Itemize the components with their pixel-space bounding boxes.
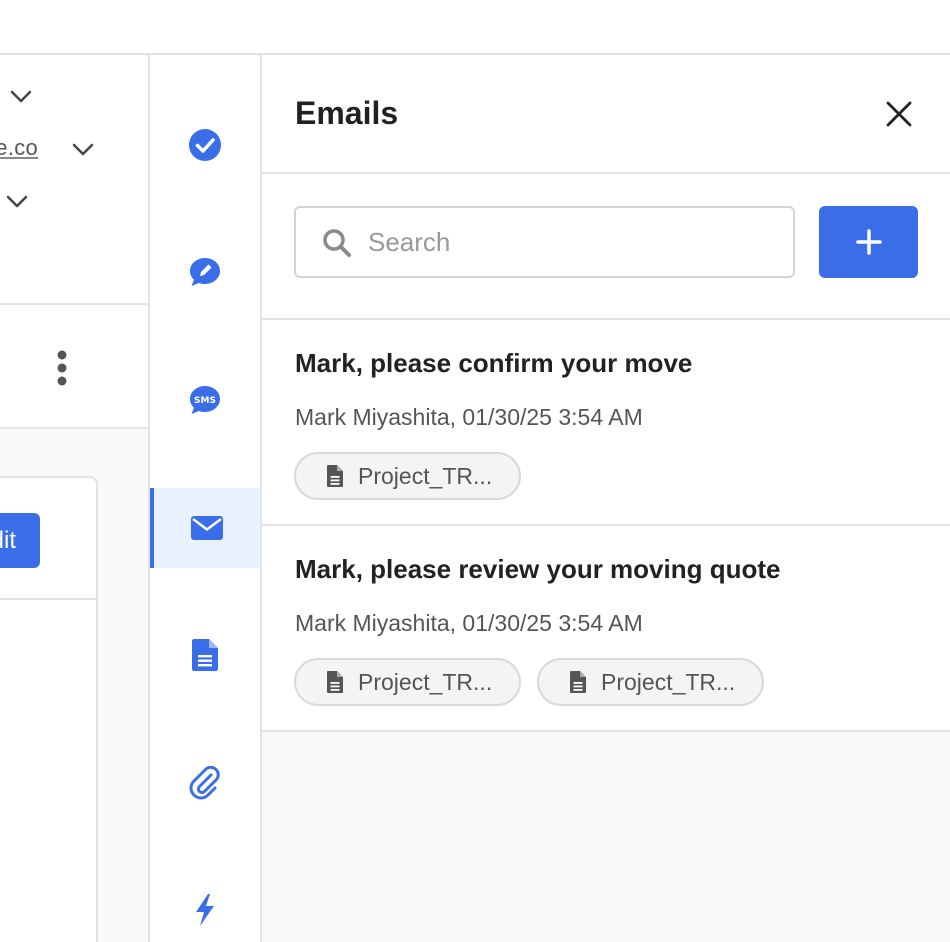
lightning-icon xyxy=(193,893,217,927)
left-card: dit xyxy=(0,476,98,942)
file-icon xyxy=(327,671,343,693)
sms-bubble-icon: SMS xyxy=(188,384,222,416)
check-circle-icon xyxy=(188,128,222,162)
search-input[interactable] xyxy=(368,208,778,276)
attachment-chip[interactable]: Project_TR... xyxy=(294,452,521,500)
edit-button[interactable]: dit xyxy=(0,513,40,568)
chevron-down-icon[interactable] xyxy=(10,90,32,104)
card-divider xyxy=(0,598,98,600)
search-icon xyxy=(322,228,352,263)
search-row xyxy=(262,174,950,320)
chevron-down-icon[interactable] xyxy=(72,143,94,157)
email-meta: Mark Miyashita, 01/30/25 3:54 AM xyxy=(295,404,643,430)
rail-item-automations[interactable] xyxy=(150,870,260,942)
document-icon xyxy=(191,638,219,672)
left-content-panel: ve.co dit xyxy=(0,55,148,942)
chevron-down-icon[interactable] xyxy=(6,195,28,209)
more-options-icon[interactable] xyxy=(52,349,72,389)
rail-item-emails[interactable] xyxy=(150,488,260,568)
attachment-name: Project_TR... xyxy=(358,668,493,695)
close-icon xyxy=(886,101,912,127)
search-box[interactable] xyxy=(294,206,795,278)
panel-header: Emails xyxy=(262,55,950,174)
plus-icon xyxy=(855,229,882,255)
file-icon xyxy=(327,465,343,487)
email-subject: Mark, please confirm your move xyxy=(295,348,693,378)
icon-rail: SMS xyxy=(148,55,262,942)
contact-email-link[interactable]: ve.co xyxy=(0,135,38,161)
rail-item-notes[interactable] xyxy=(150,232,260,312)
close-button[interactable] xyxy=(882,97,916,131)
rail-item-sms[interactable]: SMS xyxy=(150,360,260,440)
emails-panel: Emails Mark, please confirm your move Ma… xyxy=(262,55,950,942)
email-list-item[interactable]: Mark, please confirm your move Mark Miya… xyxy=(262,320,950,526)
attachment-name: Project_TR... xyxy=(601,668,736,695)
email-meta: Mark Miyashita, 01/30/25 3:54 AM xyxy=(295,610,643,636)
rail-item-attachments[interactable] xyxy=(150,743,260,823)
attachment-chip[interactable]: Project_TR... xyxy=(537,658,764,706)
top-bar xyxy=(0,0,950,55)
envelope-icon xyxy=(190,515,224,541)
svg-text:SMS: SMS xyxy=(194,396,216,406)
left-actions-section xyxy=(0,307,148,429)
email-subject: Mark, please review your moving quote xyxy=(295,554,781,584)
note-bubble-icon xyxy=(188,256,222,288)
email-list-item[interactable]: Mark, please review your moving quote Ma… xyxy=(262,526,950,732)
attachment-chip[interactable]: Project_TR... xyxy=(294,658,521,706)
file-icon xyxy=(570,671,586,693)
rail-item-documents[interactable] xyxy=(150,615,260,695)
add-email-button[interactable] xyxy=(819,206,918,278)
attachment-name: Project_TR... xyxy=(358,462,493,489)
paperclip-icon xyxy=(189,766,221,800)
left-details-section: ve.co xyxy=(0,55,148,305)
panel-title: Emails xyxy=(295,95,399,131)
rail-item-tasks[interactable] xyxy=(150,105,260,185)
